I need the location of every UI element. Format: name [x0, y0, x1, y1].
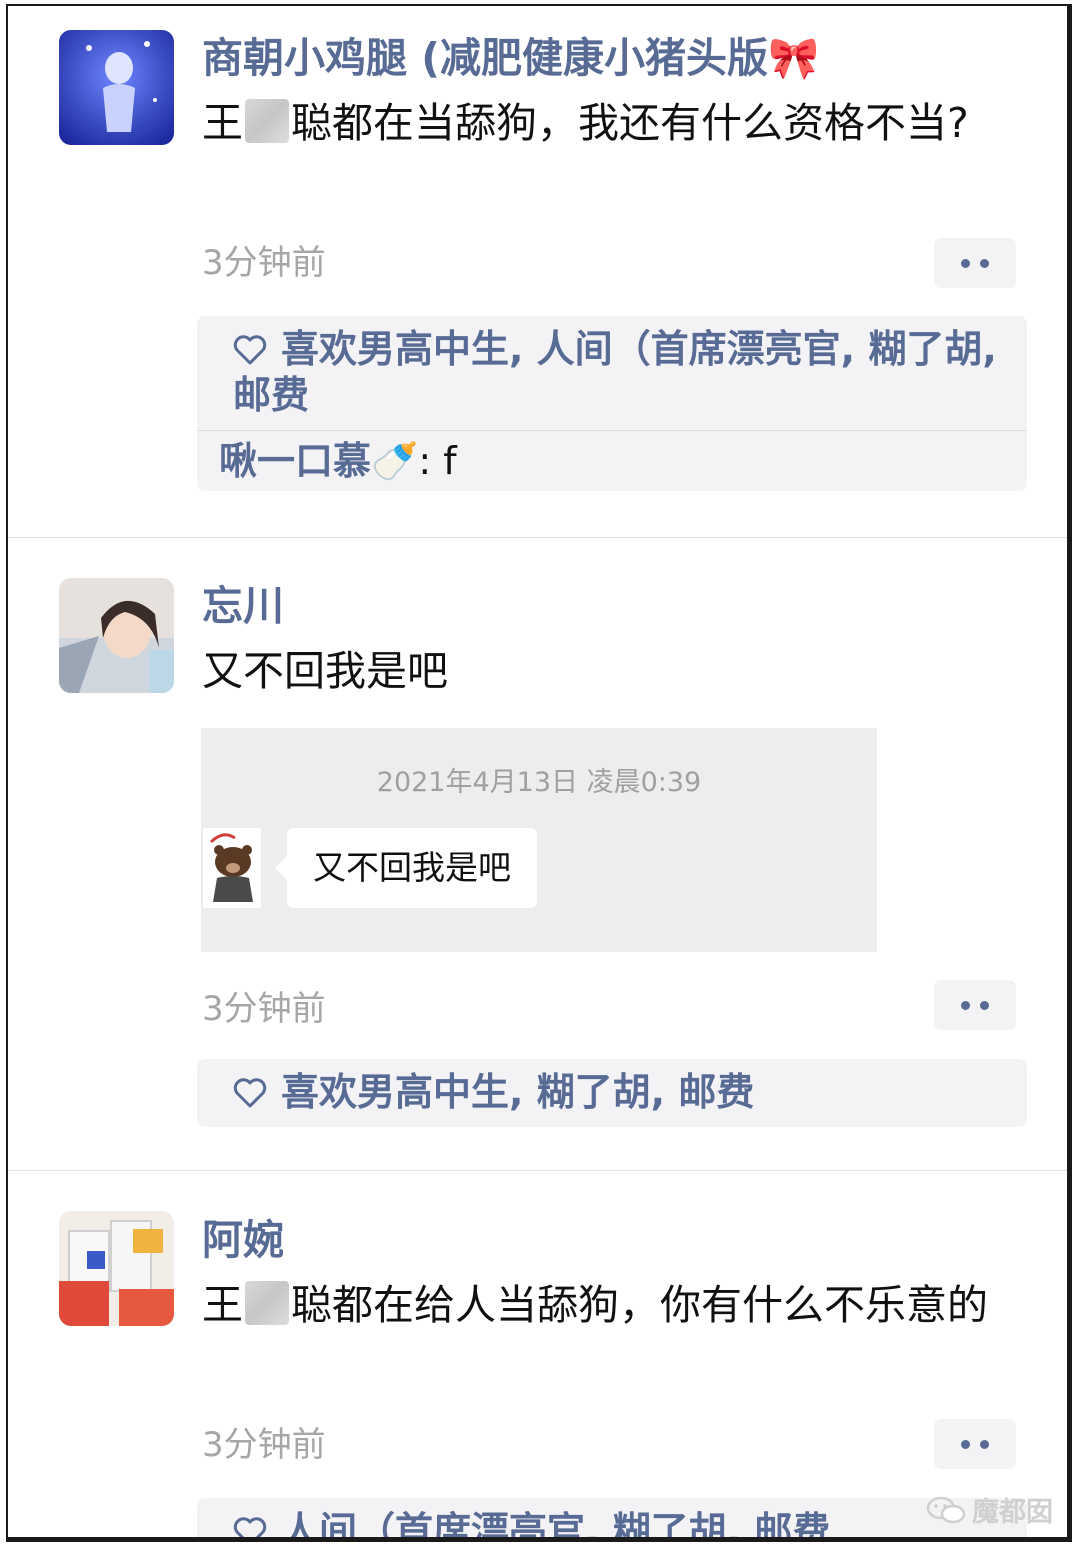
- chat-bubble: 又不回我是吧: [275, 828, 537, 908]
- avatar[interactable]: [59, 578, 174, 693]
- more-button[interactable]: [934, 238, 1016, 288]
- likes-row: 喜欢男高中生, 糊了胡, 邮费: [197, 1059, 1027, 1127]
- content-text-start: 王: [202, 99, 243, 147]
- wechat-icon: [926, 1496, 966, 1523]
- interaction-panel: 喜欢男高中生, 糊了胡, 邮费: [197, 1059, 1027, 1127]
- post-time: 3分钟前: [202, 989, 326, 1029]
- comment-text: : f: [418, 439, 457, 483]
- username[interactable]: 商朝小鸡腿 (减肥健康小猪头版🎀: [202, 38, 819, 79]
- username[interactable]: 忘川: [202, 586, 284, 627]
- likes-row: 人间（首席漂亮官, 糊了胡, 邮费: [197, 1498, 1027, 1537]
- content-text-end: 聪都在当舔狗，我还有什么资格不当?: [291, 99, 969, 147]
- likes-names[interactable]: 喜欢男高中生, 糊了胡, 邮费: [281, 1070, 754, 1114]
- more-button[interactable]: [934, 1419, 1016, 1469]
- blurred-text: [245, 1281, 289, 1325]
- post-content: 又不回我是吧: [202, 647, 448, 695]
- likes-names[interactable]: 人间（首席漂亮官, 糊了胡, 邮费: [281, 1509, 830, 1537]
- heart-icon: [233, 1517, 267, 1537]
- more-icon-dot: [980, 258, 989, 268]
- interaction-panel: 人间（首席漂亮官, 糊了胡, 邮费: [197, 1498, 1027, 1537]
- comment-row[interactable]: 啾一口慕🍼: f: [197, 430, 1027, 491]
- avatar[interactable]: [59, 30, 174, 145]
- post-content: 王聪都在给人当舔狗，你有什么不乐意的: [202, 1278, 1002, 1333]
- watermark-text: 魔都囡: [972, 1497, 1053, 1528]
- content-text-end: 聪都在给人当舔狗，你有什么不乐意的: [291, 1281, 988, 1329]
- likes-row: 喜欢男高中生, 人间（首席漂亮官, 糊了胡, 邮费: [197, 316, 1027, 430]
- watermark: 魔都囡: [926, 1490, 1053, 1529]
- interaction-panel: 喜欢男高中生, 人间（首席漂亮官, 糊了胡, 邮费 啾一口慕🍼: f: [197, 316, 1027, 491]
- content-text-start: 王: [202, 1281, 243, 1329]
- blurred-text: [245, 99, 289, 143]
- username[interactable]: 阿婉: [202, 1220, 284, 1261]
- more-icon: [961, 1439, 970, 1449]
- post-time: 3分钟前: [202, 1425, 326, 1465]
- post-content: 王聪都在当舔狗，我还有什么资格不当?: [202, 96, 1002, 151]
- moments-feed: 商朝小鸡腿 (减肥健康小猪头版🎀 王聪都在当舔狗，我还有什么资格不当? 3分钟前…: [6, 4, 1072, 1542]
- heart-icon: [233, 1078, 267, 1108]
- more-icon: [961, 258, 970, 268]
- more-icon-dot: [980, 1000, 989, 1010]
- avatar[interactable]: [59, 1211, 174, 1326]
- post-divider: [8, 537, 1067, 538]
- comment-author[interactable]: 啾一口慕🍼: [219, 439, 418, 483]
- heart-icon: [233, 335, 267, 365]
- more-button[interactable]: [934, 980, 1016, 1030]
- post-divider: [8, 1170, 1067, 1171]
- more-icon-dot: [980, 1439, 989, 1449]
- bear-avatar: [203, 828, 261, 908]
- screenshot-image[interactable]: 2021年4月13日 凌晨0:39 又不回我是吧: [201, 728, 877, 952]
- post-time: 3分钟前: [202, 243, 326, 283]
- likes-names[interactable]: 喜欢男高中生, 人间（首席漂亮官, 糊了胡, 邮费: [233, 327, 997, 417]
- more-icon: [961, 1000, 970, 1010]
- chat-timestamp: 2021年4月13日 凌晨0:39: [376, 767, 702, 798]
